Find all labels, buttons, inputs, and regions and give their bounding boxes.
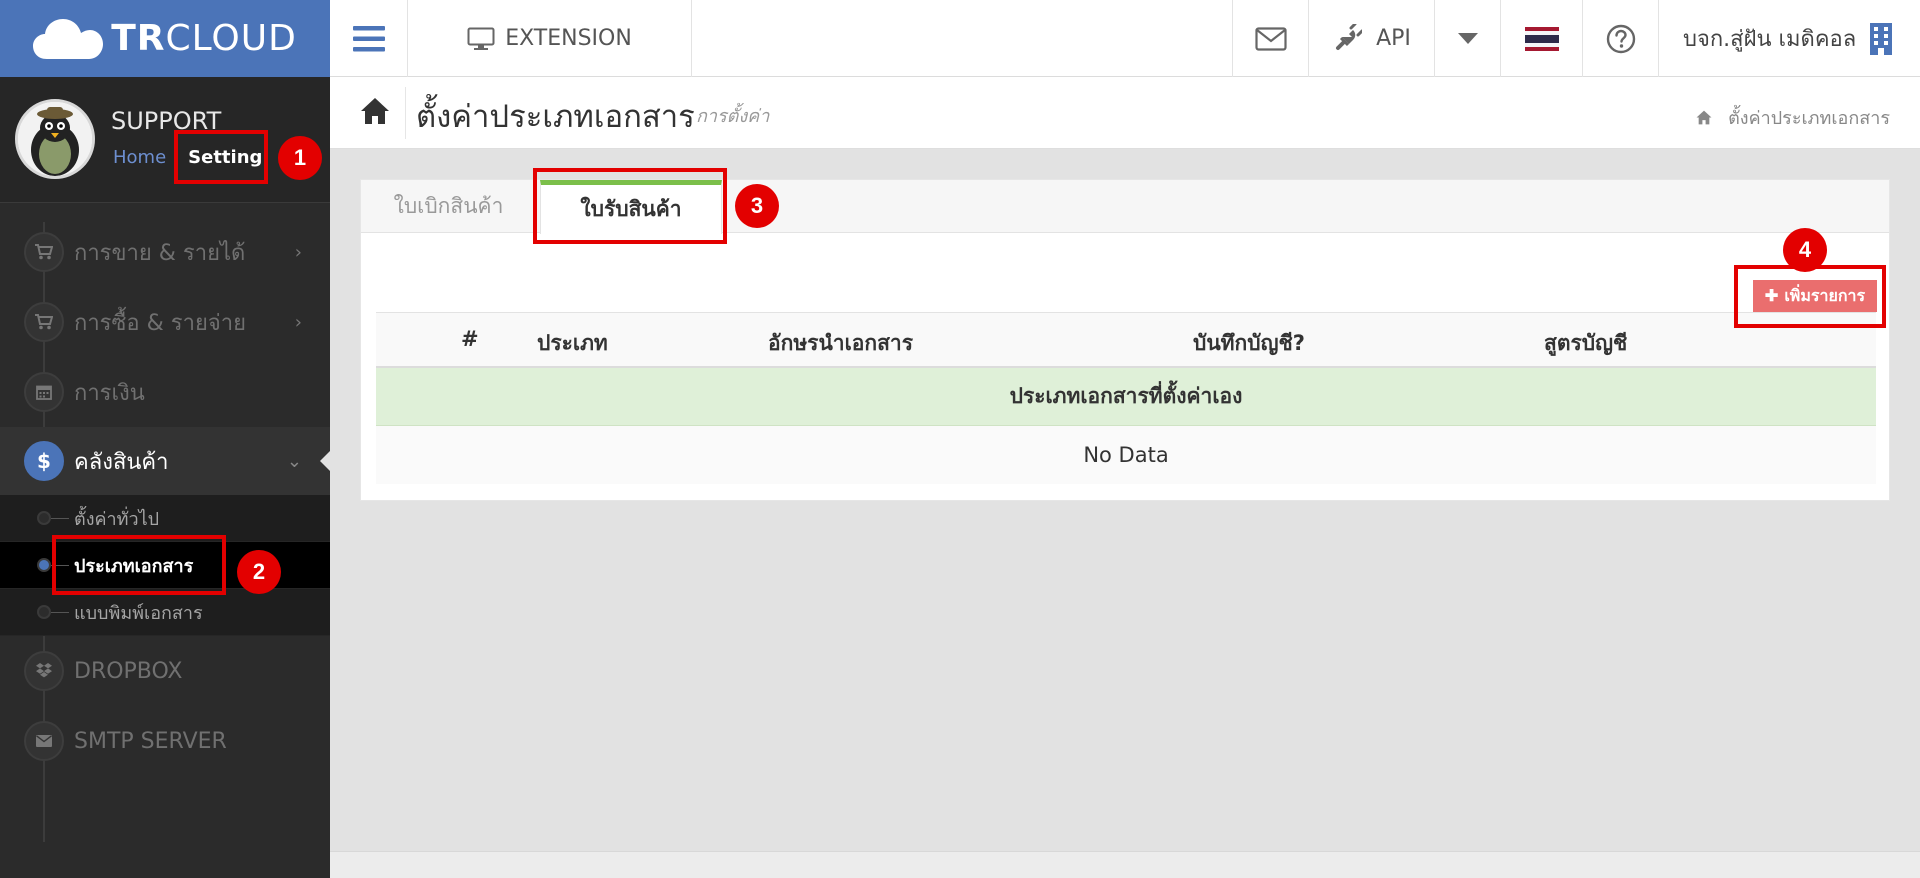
table-group-row: ประเภทเอกสารที่ตั้งค่าเอง <box>376 368 1876 426</box>
caret-down-icon <box>1457 32 1478 44</box>
page-footer <box>330 851 1920 878</box>
question-circle-icon <box>1606 24 1635 53</box>
sidebar: SUPPORT Home Setting การขาย & รายได้ › ก… <box>0 77 330 878</box>
extension-button[interactable]: EXTENSION <box>408 0 692 77</box>
column-header-post-ledger: บันทึกบัญชี? <box>1193 331 1305 355</box>
submenu-item-label: ตั้งค่าทั่วไป <box>74 508 160 530</box>
cart-icon <box>24 232 64 272</box>
tree-node-dot <box>37 558 51 572</box>
top-bar: TRCLOUD EXTENSION API บจก.สู่ฝัน เมดิคอล <box>0 0 1920 77</box>
dropbox-icon <box>24 651 64 691</box>
dropdown-toggle[interactable] <box>1434 0 1500 77</box>
document-type-table: # ประเภท อักษรนำเอกสาร บันทึกบัญชี? สูตร… <box>376 312 1876 484</box>
plug-icon <box>1336 23 1363 50</box>
building-icon <box>1870 22 1893 55</box>
top-nav-left: EXTENSION <box>330 0 692 77</box>
company-name: บจก.สู่ฝัน เมดิคอล <box>1683 27 1857 52</box>
annotation-box-1 <box>174 130 268 184</box>
annotation-box-3 <box>533 168 727 244</box>
api-label: API <box>1376 26 1411 51</box>
cart-icon <box>24 302 64 342</box>
tree-connector <box>51 611 69 613</box>
sidebar-item-label: การขาย & รายได้ <box>74 240 246 266</box>
tree-node-dot <box>37 605 51 619</box>
calendar-icon <box>24 372 64 412</box>
envelope-icon <box>1254 26 1287 51</box>
annotation-box-2 <box>52 535 226 595</box>
home-icon[interactable] <box>1696 110 1712 125</box>
sidebar-item-purchases[interactable]: การซื้อ & รายจ่าย › <box>0 287 330 357</box>
breadcrumb: ตั้งค่าประเภทเอกสาร <box>1696 103 1890 132</box>
active-indicator <box>320 451 330 471</box>
sidebar-item-label: SMTP SERVER <box>74 728 227 754</box>
dollar-icon: $ <box>24 441 64 481</box>
language-selector[interactable] <box>1500 0 1582 77</box>
chevron-right-icon: › <box>294 241 302 263</box>
sidebar-item-inventory[interactable]: $ คลังสินค้า ⌄ <box>0 427 330 495</box>
header-divider <box>405 87 406 139</box>
breadcrumb-current: ตั้งค่าประเภทเอกสาร <box>1728 108 1890 129</box>
page-title: ตั้งค่าประเภทเอกสาร <box>416 99 695 135</box>
brand-logo[interactable]: TRCLOUD <box>0 0 330 77</box>
chevron-right-icon: › <box>294 311 302 333</box>
sidebar-item-label: DROPBOX <box>74 658 183 684</box>
tree-connector <box>51 517 69 519</box>
annotation-box-4 <box>1734 265 1886 328</box>
top-nav-right: API บจก.สู่ฝัน เมดิคอล <box>1232 0 1920 77</box>
page-header: ตั้งค่าประเภทเอกสาร การตั้งค่า ตั้งค่าปร… <box>330 77 1920 149</box>
column-header-number: # <box>461 327 479 351</box>
company-selector[interactable]: บจก.สู่ฝัน เมดิคอล <box>1658 0 1920 77</box>
table-header: # ประเภท อักษรนำเอกสาร บันทึกบัญชี? สูตร… <box>376 312 1876 368</box>
sidebar-menu: การขาย & รายได้ › การซื้อ & รายจ่าย › กา… <box>0 217 330 776</box>
brand-wordmark: TRCLOUD <box>111 18 297 59</box>
monitor-icon <box>467 27 495 50</box>
sidebar-item-finance[interactable]: การเงิน <box>0 357 330 427</box>
page-subtitle: การตั้งค่า <box>696 106 770 127</box>
annotation-badge-2: 2 <box>237 550 281 594</box>
penguin-avatar-icon <box>18 102 92 176</box>
home-icon[interactable] <box>360 97 390 129</box>
api-button[interactable]: API <box>1308 0 1434 77</box>
envelope-icon <box>24 721 64 761</box>
hamburger-icon <box>352 25 385 51</box>
avatar[interactable] <box>15 99 95 179</box>
submenu-item-print-templates[interactable]: แบบพิมพ์เอกสาร <box>0 589 330 636</box>
sidebar-item-label: การเงิน <box>74 380 145 406</box>
column-header-account-formula: สูตรบัญชี <box>1544 331 1628 355</box>
thai-flag-icon <box>1524 26 1559 51</box>
tab-issue-goods[interactable]: ใบเบิกสินค้า <box>361 180 536 233</box>
submenu-item-label: แบบพิมพ์เอกสาร <box>74 602 203 624</box>
chevron-down-icon: ⌄ <box>286 450 302 472</box>
annotation-badge-1: 1 <box>278 136 322 180</box>
sidebar-item-sales[interactable]: การขาย & รายได้ › <box>0 217 330 287</box>
annotation-badge-4: 4 <box>1783 228 1827 272</box>
messages-button[interactable] <box>1232 0 1308 77</box>
column-header-type: ประเภท <box>537 331 608 355</box>
sidebar-item-label: การซื้อ & รายจ่าย <box>74 310 246 336</box>
table-empty-row: No Data <box>376 426 1876 484</box>
tree-node-dot <box>37 511 51 525</box>
column-header-prefix: อักษรนำเอกสาร <box>768 331 913 355</box>
menu-toggle-button[interactable] <box>330 0 408 77</box>
help-button[interactable] <box>1582 0 1658 77</box>
cloud-icon <box>33 18 104 59</box>
sidebar-item-dropbox[interactable]: DROPBOX <box>0 636 330 706</box>
sidebar-item-smtp[interactable]: SMTP SERVER <box>0 706 330 776</box>
extension-label: EXTENSION <box>505 26 632 51</box>
annotation-badge-3: 3 <box>735 184 779 228</box>
sidebar-item-label: คลังสินค้า <box>74 449 169 475</box>
home-link[interactable]: Home <box>113 147 166 168</box>
user-profile: SUPPORT Home Setting <box>0 77 330 203</box>
